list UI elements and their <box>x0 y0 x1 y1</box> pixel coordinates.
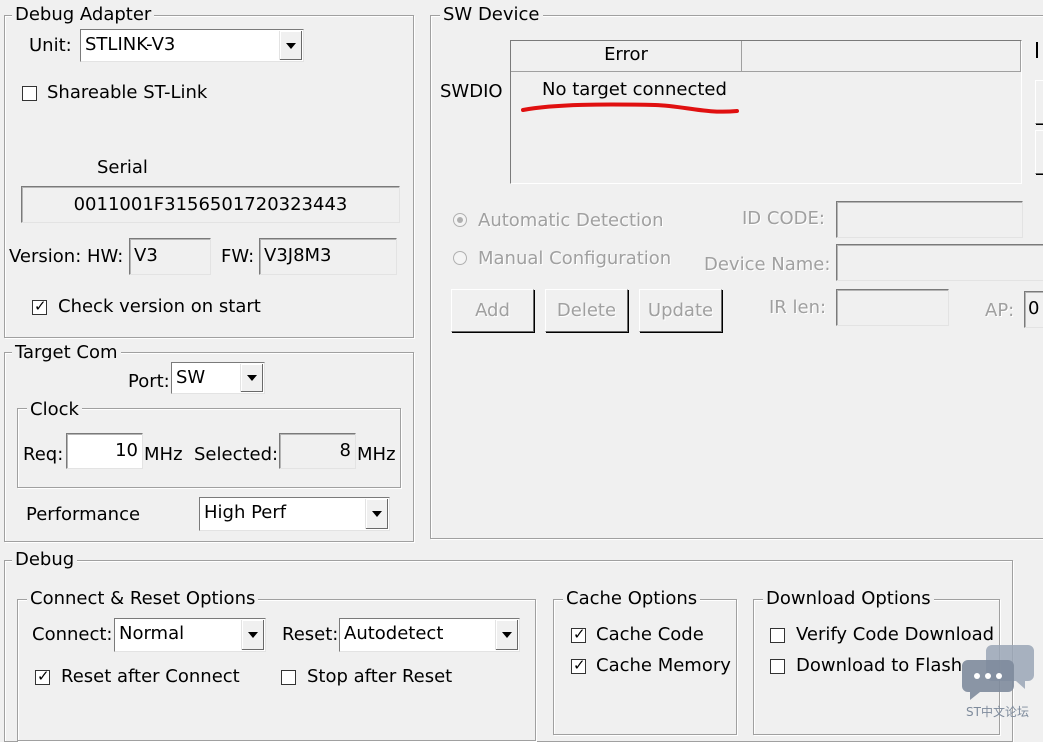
chat-bubbles-icon <box>962 645 1034 700</box>
cache-code-checkbox[interactable] <box>571 625 586 643</box>
cache-memory-label: Cache Memory <box>596 655 731 676</box>
check-version-checkbox[interactable] <box>32 297 47 315</box>
ap-field[interactable]: 0 <box>1024 291 1043 328</box>
ap-label: AP: <box>985 300 1015 321</box>
performance-select-value: High Perf <box>204 502 287 523</box>
table-header-blank[interactable] <box>742 41 1021 72</box>
automatic-detection-radio[interactable] <box>453 213 467 227</box>
update-button[interactable]: Update <box>639 289 722 332</box>
cache-memory-checkbox[interactable] <box>571 656 586 674</box>
ir-len-label: IR len: <box>769 297 827 318</box>
debug-adapter-group <box>4 15 414 338</box>
port-label: Port: <box>128 371 170 392</box>
right-edge-label <box>1036 42 1043 58</box>
debug-adapter-legend: Debug Adapter <box>12 4 155 25</box>
serial-label: Serial <box>97 157 148 178</box>
connect-select-value: Normal <box>119 623 185 644</box>
selected-field[interactable]: 8 <box>279 433 356 469</box>
right-edge-button-1[interactable] <box>1035 80 1043 124</box>
device-name-field[interactable] <box>836 244 1043 281</box>
shareable-stlink-checkbox[interactable] <box>22 86 37 101</box>
req-input[interactable]: 10 <box>66 433 143 469</box>
connect-label: Connect: <box>32 624 113 645</box>
unit-select[interactable]: STLINK-V3 <box>80 29 304 62</box>
chevron-down-icon[interactable] <box>495 620 518 650</box>
chevron-down-icon[interactable] <box>240 364 263 392</box>
swdio-label: SWDIO <box>440 81 503 102</box>
clock-legend: Clock <box>27 399 82 420</box>
unit-select-value: STLINK-V3 <box>85 34 176 55</box>
req-mhz-label: MHz <box>144 444 183 465</box>
download-to-flash-checkbox[interactable] <box>770 659 785 674</box>
download-options-legend: Download Options <box>763 588 934 609</box>
verify-code-download-checkbox[interactable] <box>770 628 785 643</box>
fw-version-field[interactable]: V3J8M3 <box>259 238 397 275</box>
id-code-label: ID CODE: <box>742 208 825 229</box>
check-version-label: Check version on start <box>58 296 261 317</box>
connect-select[interactable]: Normal <box>114 618 266 652</box>
automatic-detection-label: Automatic Detection <box>478 210 664 231</box>
delete-button[interactable]: Delete <box>545 289 628 332</box>
reset-after-connect-label: Reset after Connect <box>61 666 240 687</box>
chevron-down-icon[interactable] <box>241 620 264 650</box>
reset-after-connect-checkbox[interactable] <box>35 667 50 685</box>
chevron-down-icon[interactable] <box>365 499 388 529</box>
reset-select-value: Autodetect <box>344 623 444 644</box>
fw-label: FW: <box>221 246 255 267</box>
manual-configuration-radio[interactable] <box>453 251 467 265</box>
debug-legend: Debug <box>12 549 78 570</box>
right-edge-button-2[interactable] <box>1035 130 1043 174</box>
connect-reset-legend: Connect & Reset Options <box>27 588 259 609</box>
reset-label: Reset: <box>282 624 339 645</box>
manual-configuration-label: Manual Configuration <box>478 248 672 269</box>
shareable-stlink-label: Shareable ST-Link <box>47 82 208 103</box>
ir-len-field[interactable] <box>836 289 949 326</box>
device-name-label: Device Name: <box>704 254 831 275</box>
reset-select[interactable]: Autodetect <box>339 618 520 652</box>
performance-select[interactable]: High Perf <box>199 497 390 531</box>
hw-version-field[interactable]: V3 <box>129 238 211 275</box>
cache-code-label: Cache Code <box>596 624 704 645</box>
id-code-field[interactable] <box>836 201 1023 238</box>
serial-field[interactable]: 0011001F3156501720323443 <box>21 186 400 223</box>
stop-after-reset-label: Stop after Reset <box>307 666 453 687</box>
red-underline-annotation <box>521 102 739 114</box>
stop-after-reset-checkbox[interactable] <box>281 670 296 685</box>
selected-label: Selected: <box>194 444 279 465</box>
req-label: Req: <box>23 444 64 465</box>
version-hw-label: Version: HW: <box>9 246 124 267</box>
watermark-text: ST中文论坛 <box>966 705 1029 719</box>
selected-mhz-label: MHz <box>357 444 396 465</box>
download-to-flash-label: Download to Flash <box>796 655 963 676</box>
chevron-down-icon[interactable] <box>279 31 302 60</box>
cache-options-legend: Cache Options <box>563 588 701 609</box>
performance-label: Performance <box>26 504 141 525</box>
sw-device-legend: SW Device <box>440 4 543 25</box>
port-select-value: SW <box>176 367 206 388</box>
target-com-legend: Target Com <box>12 342 121 363</box>
port-select[interactable]: SW <box>171 362 265 394</box>
add-button[interactable]: Add <box>451 289 534 332</box>
table-header-error[interactable]: Error <box>511 41 742 72</box>
unit-label: Unit: <box>29 35 72 56</box>
